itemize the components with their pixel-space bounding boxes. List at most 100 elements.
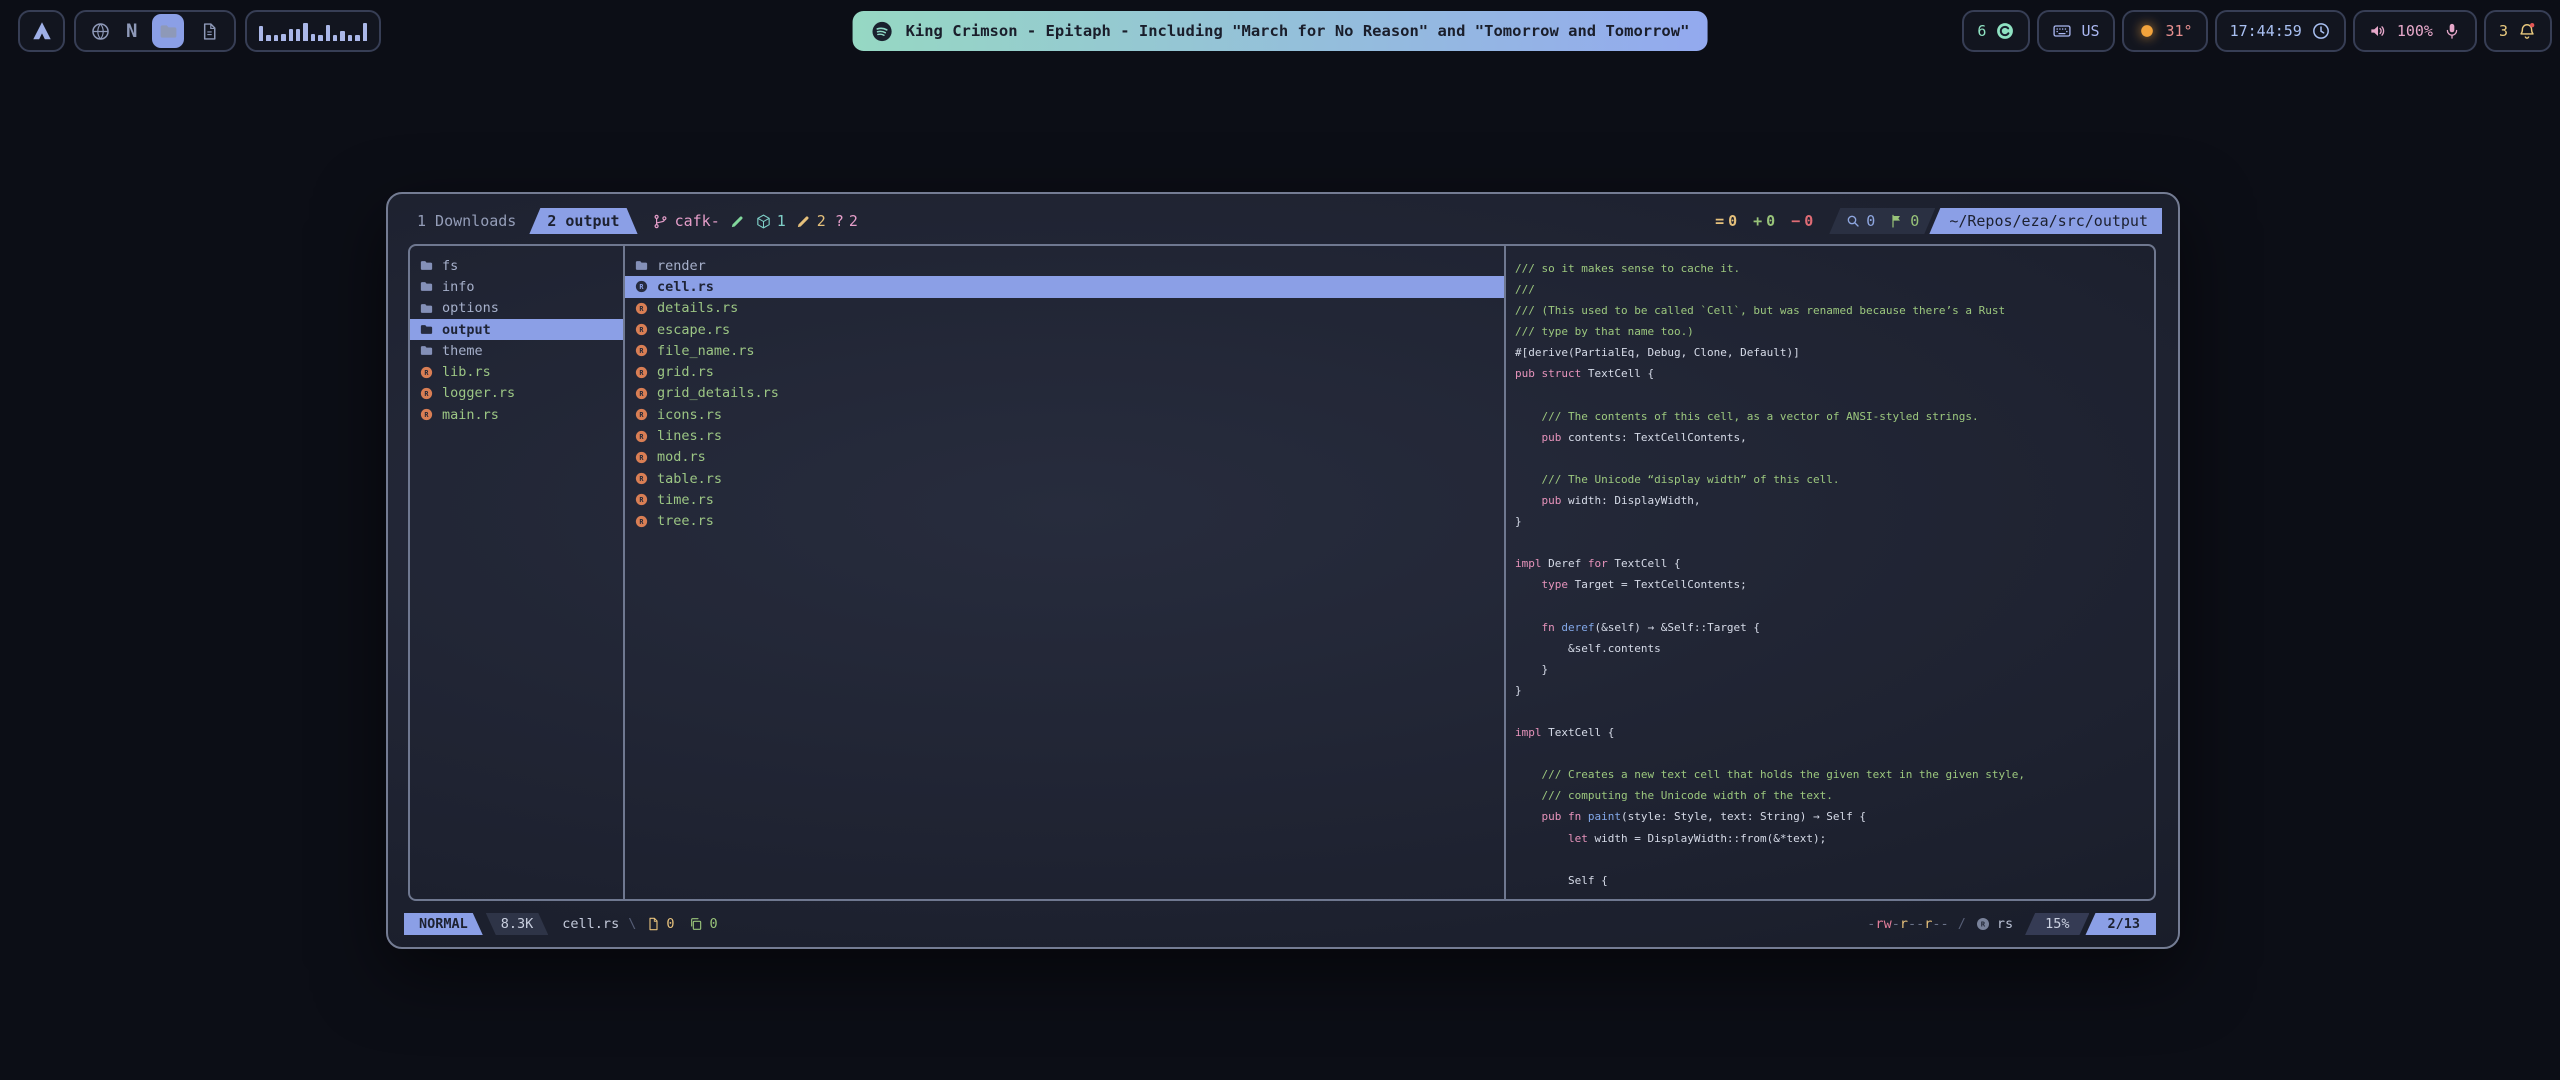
clock-icon — [2311, 21, 2331, 41]
file-name: grid_details.rs — [657, 385, 779, 401]
file-manager-active-indicator[interactable] — [152, 14, 184, 48]
file-row-tree.rs[interactable]: Rtree.rs — [625, 511, 1504, 532]
code-line: /// Creates a new text cell that holds t… — [1515, 764, 2154, 785]
file-name: fs — [442, 258, 458, 274]
search-counter[interactable]: 0 — [1845, 212, 1875, 230]
file-row-grid.rs[interactable]: Rgrid.rs — [625, 361, 1504, 382]
tab-downloads[interactable]: 1 Downloads — [404, 208, 529, 234]
now-playing-widget[interactable]: King Crimson - Epitaph - Including "Marc… — [853, 11, 1708, 51]
breadcrumb-path[interactable]: ~/Repos/eza/src/output — [1929, 208, 2162, 234]
file-name: render — [657, 258, 706, 274]
copy-count-value: 0 — [709, 916, 717, 932]
rust-file-icon: R — [634, 407, 649, 422]
file-name: mod.rs — [657, 449, 706, 465]
clock-widget[interactable]: 17:44:59 — [2215, 10, 2346, 52]
folder-icon — [419, 343, 434, 358]
keyboard-layout-widget[interactable]: US — [2037, 10, 2114, 52]
task-count-value: 0 — [666, 916, 674, 932]
file-row-grid_details.rs[interactable]: Rgrid_details.rs — [625, 383, 1504, 404]
rust-file-icon: R — [634, 514, 649, 529]
notifications-count: 3 — [2499, 22, 2508, 40]
rust-file-icon: R — [634, 365, 649, 380]
launcher-button[interactable] — [18, 10, 65, 52]
file-name: tree.rs — [657, 513, 714, 529]
diff-removed: − 0 — [1791, 212, 1813, 230]
updates-widget[interactable]: 6 — [1962, 10, 2030, 52]
file-permissions: -rw-r--r-- — [1867, 916, 1948, 932]
flag-icon — [1889, 213, 1905, 229]
status-right: -rw-r--r-- / R rs 15% 2/13 — [1867, 913, 2156, 935]
folder-icon — [419, 322, 434, 337]
yazi-header: 1 Downloads 2 output cafk- 1 — [404, 207, 2162, 235]
flag-count-value: 0 — [1910, 212, 1919, 230]
folder-icon — [634, 258, 649, 273]
file-row-main.rs[interactable]: Rmain.rs — [410, 404, 623, 425]
tab-output[interactable]: 2 output — [529, 208, 637, 234]
rust-file-icon: R — [419, 365, 434, 380]
flag-counter[interactable]: 0 — [1889, 212, 1919, 230]
visualizer-bar — [266, 35, 270, 41]
taskbar-left-group: N — [18, 10, 381, 52]
sun-icon — [2137, 21, 2157, 41]
neovim-icon[interactable]: N — [126, 20, 137, 42]
git-edited-count: 2 — [795, 212, 826, 230]
rust-lang-icon: R — [1975, 916, 1991, 932]
rust-file-icon: R — [419, 407, 434, 422]
code-line: let width = DisplayWidth::from(&*text); — [1515, 828, 2154, 849]
file-row-cell.rs[interactable]: Rcell.rs — [625, 276, 1504, 297]
diff-equal: = 0 — [1715, 212, 1737, 230]
arch-logo-icon — [31, 20, 53, 42]
rust-file-icon: R — [634, 279, 649, 294]
file-row-info[interactable]: info — [410, 276, 623, 297]
file-row-mod.rs[interactable]: Rmod.rs — [625, 447, 1504, 468]
cursor-position: 2/13 — [2085, 913, 2156, 935]
file-row-table.rs[interactable]: Rtable.rs — [625, 468, 1504, 489]
file-row-lib.rs[interactable]: Rlib.rs — [410, 361, 623, 382]
file-row-render[interactable]: render — [625, 255, 1504, 276]
file-name: time.rs — [657, 492, 714, 508]
file-row-escape.rs[interactable]: Rescape.rs — [625, 319, 1504, 340]
file-name: options — [442, 300, 499, 316]
git-branch: cafk- — [652, 212, 720, 230]
audio-visualizer-widget[interactable] — [245, 10, 381, 52]
file-row-output[interactable]: output — [410, 319, 623, 340]
rust-file-icon: R — [634, 492, 649, 507]
browser-icon[interactable] — [90, 21, 111, 42]
visualizer-bar — [303, 23, 307, 41]
bell-icon — [2517, 21, 2537, 41]
file-name: theme — [442, 343, 483, 359]
file-row-theme[interactable]: theme — [410, 340, 623, 361]
taskbar-right-group: 6 US 31° 17:44:59 100 — [1962, 10, 2552, 52]
untracked-count-value: 2 — [849, 212, 858, 230]
file-row-lines.rs[interactable]: Rlines.rs — [625, 425, 1504, 446]
weather-widget[interactable]: 31° — [2122, 10, 2208, 52]
status-bar: NORMAL 8.3K cell.rs \ 0 0 -rw-r--r-- / R… — [404, 913, 2156, 935]
file-row-file_name.rs[interactable]: Rfile_name.rs — [625, 340, 1504, 361]
code-line: type Target = TextCellContents; — [1515, 574, 2154, 595]
notifications-widget[interactable]: 3 — [2484, 10, 2552, 52]
audio-widget[interactable]: 100% — [2353, 10, 2477, 52]
code-line: fn deref(&self) → &Self::Target { — [1515, 617, 2154, 638]
code-line — [1515, 385, 2154, 406]
visualizer-bar — [326, 25, 330, 42]
file-row-options[interactable]: options — [410, 298, 623, 319]
equal-icon: = — [1715, 212, 1724, 230]
keyboard-icon — [2052, 21, 2072, 41]
code-line: pub struct TextCell { — [1515, 363, 2154, 384]
code-line: #[derive(PartialEq, Debug, Clone, Defaul… — [1515, 342, 2154, 363]
file-name: details.rs — [657, 300, 738, 316]
diff-equal-count: 0 — [1728, 212, 1737, 230]
file-row-details.rs[interactable]: Rdetails.rs — [625, 298, 1504, 319]
file-row-icons.rs[interactable]: Ricons.rs — [625, 404, 1504, 425]
file-row-fs[interactable]: fs — [410, 255, 623, 276]
file-row-time.rs[interactable]: Rtime.rs — [625, 489, 1504, 510]
filetype-indicator: R rs — [1975, 916, 2013, 932]
speaker-icon — [2368, 21, 2388, 41]
document-icon[interactable] — [199, 21, 220, 42]
file-row-logger.rs[interactable]: Rlogger.rs — [410, 383, 623, 404]
code-line — [1515, 596, 2154, 617]
diff-added: + 0 — [1753, 212, 1775, 230]
rust-file-icon: R — [634, 471, 649, 486]
visualizer-bar — [281, 34, 285, 42]
file-name: info — [442, 279, 475, 295]
